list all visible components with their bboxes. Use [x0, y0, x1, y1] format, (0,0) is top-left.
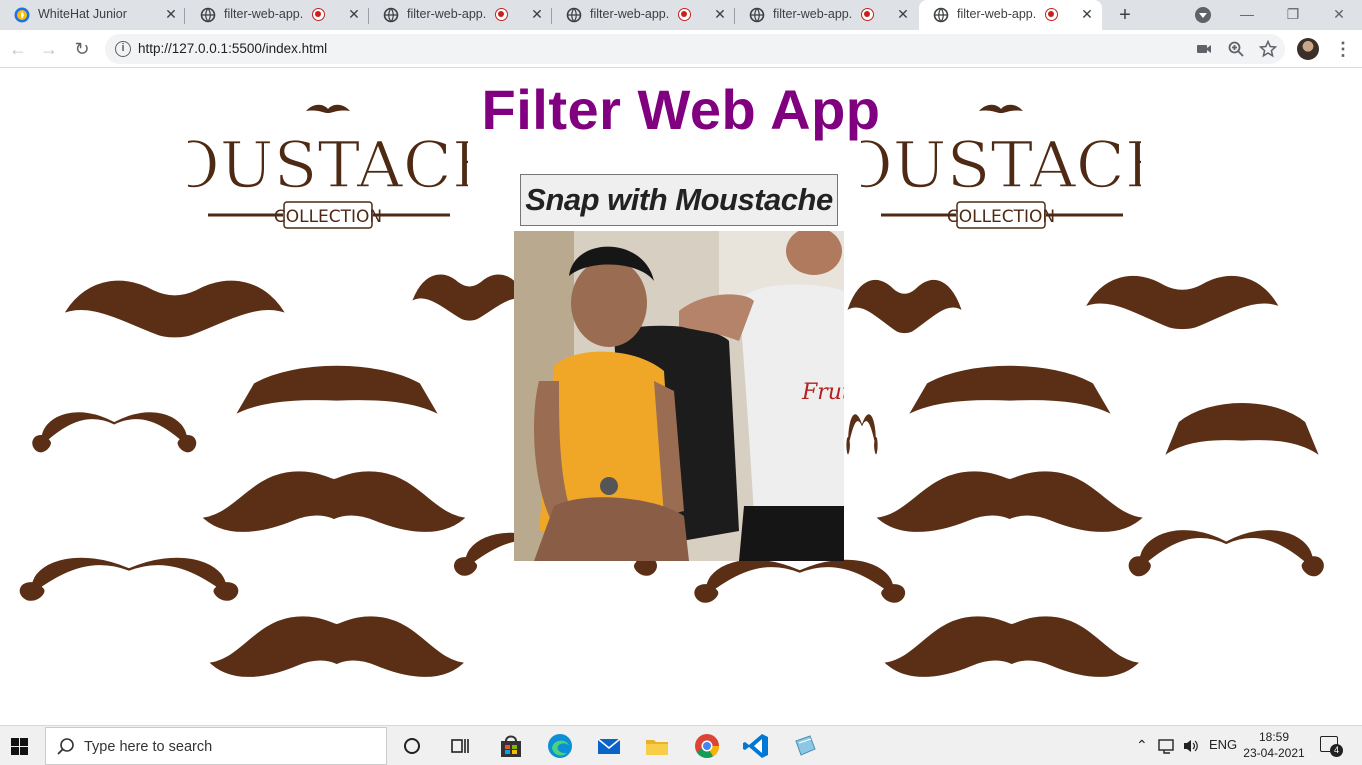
close-tab-icon[interactable]: ✕ [895, 6, 911, 22]
new-tab-button[interactable]: + [1114, 4, 1136, 26]
language-indicator[interactable]: ENG [1209, 737, 1237, 752]
action-center-icon[interactable]: 4 [1320, 736, 1343, 757]
camera-in-use-icon[interactable] [1195, 40, 1213, 58]
notepad-icon[interactable] [790, 731, 820, 761]
chrome-icon[interactable] [692, 731, 722, 761]
notification-count-badge: 4 [1330, 744, 1343, 757]
page-title: Filter Web App [481, 78, 881, 141]
tab-title: filter-web-app. [773, 7, 853, 21]
close-tab-icon[interactable]: ✕ [1079, 6, 1095, 22]
close-tab-icon[interactable]: ✕ [529, 6, 545, 22]
snap-with-moustache-button[interactable]: Snap with Moustache [520, 174, 838, 226]
tab-filter-web-app-active[interactable]: filter-web-app. ✕ [919, 0, 1102, 30]
logo-sub: COLLECTION [947, 207, 1055, 227]
recording-icon [1045, 8, 1058, 21]
globe-icon [749, 7, 765, 23]
recording-icon [678, 8, 691, 21]
recording-icon [861, 8, 874, 21]
network-icon[interactable] [1158, 738, 1176, 754]
file-explorer-icon[interactable] [642, 731, 672, 761]
restore-button[interactable]: ❐ [1270, 2, 1316, 26]
close-tab-icon[interactable]: ✕ [712, 6, 728, 22]
tab-filter-web-app[interactable]: filter-web-app. ✕ [186, 0, 369, 30]
browser-tab-strip: WhiteHat Junior ✕ filter-web-app. ✕ filt… [0, 0, 1362, 30]
clock-time: 18:59 [1258, 730, 1290, 744]
web-page: MOUSTACHE COLLECTION MOUSTACHE COLLECTIO… [0, 69, 1362, 725]
bookmark-star-icon[interactable] [1259, 40, 1277, 58]
task-view-icon[interactable] [445, 731, 475, 761]
globe-icon [200, 7, 216, 23]
shirt-print: Frute [801, 380, 844, 405]
logo-sub: COLLECTION [274, 207, 382, 227]
tab-filter-web-app[interactable]: filter-web-app. ✕ [369, 0, 552, 30]
globe-icon [383, 7, 399, 23]
search-icon [57, 738, 74, 755]
address-bar[interactable]: i http://127.0.0.1:5500/index.html [105, 34, 1285, 64]
close-tab-icon[interactable]: ✕ [346, 6, 362, 22]
address-url[interactable]: http://127.0.0.1:5500/index.html [138, 41, 327, 56]
tab-title: filter-web-app. [957, 7, 1037, 21]
webcam-canvas: Frute [514, 231, 844, 561]
zoom-icon[interactable] [1227, 40, 1245, 58]
minimize-button[interactable]: — [1224, 2, 1270, 26]
tab-title: WhiteHat Junior [38, 7, 127, 21]
close-tab-icon[interactable]: ✕ [163, 6, 179, 22]
tab-whitehat-junior[interactable]: WhiteHat Junior ✕ [0, 0, 185, 30]
mail-icon[interactable] [594, 731, 624, 761]
browser-toolbar: ← → ↻ i http://127.0.0.1:5500/index.html… [0, 30, 1362, 68]
site-info-icon[interactable]: i [115, 41, 131, 57]
profile-avatar[interactable] [1297, 38, 1319, 60]
tab-filter-web-app[interactable]: filter-web-app. ✕ [552, 0, 735, 30]
volume-icon[interactable] [1182, 738, 1200, 754]
taskbar-clock[interactable]: 18:59 23-04-2021 [1236, 729, 1312, 761]
globe-icon [933, 7, 949, 23]
search-placeholder: Type here to search [84, 739, 213, 755]
edge-icon[interactable] [545, 731, 575, 761]
cortana-icon[interactable] [397, 731, 427, 761]
vscode-icon[interactable] [741, 731, 771, 761]
windows-taskbar: Type here to search ⌃ ENG 18:59 23-04-20… [0, 725, 1362, 765]
show-hidden-icons-icon[interactable]: ⌃ [1136, 737, 1148, 754]
globe-icon [566, 7, 582, 23]
tab-filter-web-app[interactable]: filter-web-app. ✕ [735, 0, 918, 30]
reload-button[interactable]: ↻ [71, 38, 93, 60]
taskbar-search-box[interactable]: Type here to search [45, 727, 387, 765]
tab-search-icon[interactable] [1195, 7, 1211, 23]
recording-icon [495, 8, 508, 21]
back-button[interactable]: ← [7, 38, 29, 60]
clock-date: 23-04-2021 [1243, 746, 1305, 760]
browser-menu-icon[interactable]: ⋮ [1334, 39, 1352, 59]
recording-icon [312, 8, 325, 21]
windows-start-icon[interactable] [11, 738, 28, 755]
tab-title: filter-web-app. [590, 7, 670, 21]
forward-button[interactable]: → [38, 38, 60, 60]
tab-title: filter-web-app. [407, 7, 487, 21]
close-window-button[interactable]: ✕ [1316, 2, 1362, 26]
store-icon[interactable] [496, 731, 526, 761]
tab-title: filter-web-app. [224, 7, 304, 21]
whitehat-favicon-icon [14, 7, 30, 23]
